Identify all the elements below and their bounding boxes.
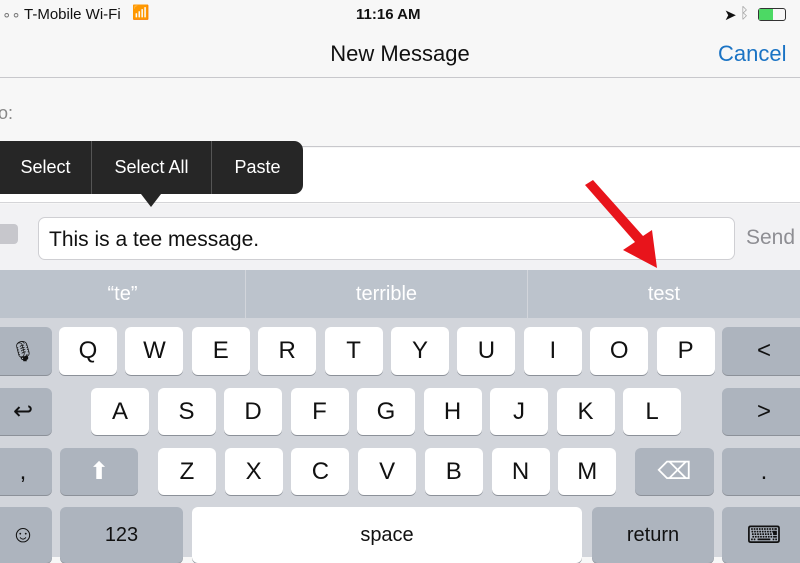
- key-c[interactable]: C: [291, 448, 350, 495]
- emoji-key[interactable]: ☺: [0, 507, 52, 563]
- key-z[interactable]: Z: [158, 448, 216, 495]
- key-t[interactable]: T: [324, 327, 383, 375]
- location-icon: ➤: [724, 7, 737, 24]
- key-o[interactable]: O: [590, 327, 649, 375]
- numbers-key[interactable]: 123: [60, 507, 183, 563]
- page-title: New Message: [330, 41, 470, 66]
- key-d[interactable]: D: [224, 388, 282, 435]
- signal-icon: ∘∘: [2, 7, 21, 24]
- key-j[interactable]: J: [490, 388, 548, 435]
- battery-icon: [758, 8, 786, 21]
- next-key[interactable]: >: [722, 388, 800, 435]
- period-key[interactable]: .: [722, 448, 800, 495]
- comma-key[interactable]: ,: [0, 448, 52, 495]
- key-x[interactable]: X: [224, 448, 283, 495]
- key-g[interactable]: G: [357, 388, 415, 435]
- suggestion-bar: “te” terrible test: [0, 270, 800, 318]
- key-k[interactable]: K: [556, 388, 615, 435]
- red-arrow-annotation: [585, 180, 657, 268]
- key-f[interactable]: F: [290, 388, 349, 435]
- select-menu-item[interactable]: Select: [0, 141, 92, 194]
- edit-menu: Select Select All Paste: [0, 141, 303, 194]
- return-key[interactable]: return: [592, 507, 714, 563]
- key-u[interactable]: U: [457, 327, 516, 375]
- key-i[interactable]: I: [523, 327, 582, 375]
- key-b[interactable]: B: [424, 448, 483, 495]
- key-s[interactable]: S: [157, 388, 216, 435]
- key-n[interactable]: N: [491, 448, 550, 495]
- bluetooth-icon: ᛒ: [740, 5, 750, 22]
- edit-menu-pointer: [141, 194, 161, 207]
- hide-keyboard-key[interactable]: ⌨: [722, 507, 800, 563]
- compose-bar: This is a tee message. Send: [0, 204, 800, 270]
- key-e[interactable]: E: [191, 327, 250, 375]
- key-h[interactable]: H: [423, 388, 482, 435]
- time: 11:16 AM: [356, 6, 421, 23]
- space-key[interactable]: space: [192, 507, 582, 563]
- key-v[interactable]: V: [358, 448, 417, 495]
- paste-menu-item[interactable]: Paste: [212, 141, 303, 194]
- key-l[interactable]: L: [623, 388, 681, 435]
- key-w[interactable]: W: [125, 327, 184, 375]
- key-y[interactable]: Y: [391, 327, 449, 375]
- nav-bar: New Message Cancel: [0, 30, 800, 78]
- to-label: o:: [0, 103, 14, 123]
- key-p[interactable]: P: [656, 327, 715, 375]
- key-m[interactable]: M: [558, 448, 617, 495]
- keyboard: “te” terrible test QWERTYUIOP ASDFGHJKL ZX…: [0, 270, 800, 563]
- previous-key[interactable]: <: [722, 327, 800, 375]
- select-all-menu-item[interactable]: Select All: [92, 141, 212, 194]
- camera-icon[interactable]: [0, 224, 18, 244]
- key-a[interactable]: A: [91, 388, 149, 435]
- delete-key[interactable]: ⌫: [635, 448, 714, 495]
- suggestion-item[interactable]: “te”: [0, 270, 246, 318]
- key-r[interactable]: R: [258, 327, 317, 375]
- wifi-icon: 📶: [132, 4, 150, 20]
- suggestion-item[interactable]: terrible: [246, 270, 528, 318]
- status-bar: ∘∘ T-Mobile Wi-Fi 📶 11:16 AM ➤ ᛒ: [0, 0, 800, 30]
- microphone-key[interactable]: 🎙: [0, 327, 52, 375]
- carrier: T-Mobile Wi-Fi: [24, 6, 121, 23]
- key-q[interactable]: Q: [59, 327, 117, 375]
- undo-key[interactable]: ↩: [0, 388, 52, 435]
- shift-key[interactable]: ⬆: [60, 448, 138, 495]
- to-field[interactable]: o:: [0, 79, 800, 147]
- cancel-button[interactable]: Cancel: [718, 41, 786, 67]
- suggestion-item[interactable]: test: [528, 270, 800, 318]
- send-button[interactable]: Send: [746, 226, 795, 250]
